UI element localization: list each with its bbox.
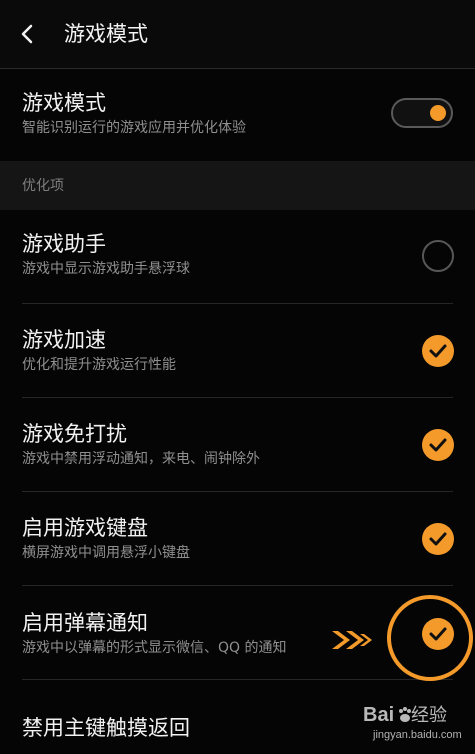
- option-title: 禁用主键触摸返回: [22, 716, 190, 740]
- option-title: 游戏免打扰: [22, 422, 127, 446]
- optimization-section-header: 优化项: [0, 161, 475, 210]
- app-header: 游戏模式: [0, 0, 475, 69]
- option-title: 启用弹幕通知: [22, 611, 148, 635]
- option-game-assistant[interactable]: 游戏助手 游戏中显示游戏助手悬浮球: [0, 210, 475, 304]
- watermark-url: jingyan.baidu.com: [373, 729, 462, 741]
- checkmark-icon: [429, 532, 447, 546]
- option-game-acceleration[interactable]: 游戏加速 优化和提升游戏运行性能: [0, 304, 475, 398]
- game-mode-title: 游戏模式: [22, 91, 106, 115]
- option-subtitle: 优化和提升游戏运行性能: [22, 357, 176, 373]
- option-subtitle: 游戏中显示游戏助手悬浮球: [22, 261, 190, 277]
- page-title: 游戏模式: [64, 22, 148, 46]
- section-label: 优化项: [22, 178, 64, 194]
- game-mode-toggle[interactable]: [391, 98, 453, 128]
- option-subtitle: 游戏中以弹幕的形式显示微信、QQ 的通知: [22, 640, 287, 656]
- do-not-disturb-checkbox[interactable]: [422, 429, 454, 461]
- option-subtitle: 游戏中禁用浮动通知，来电、闹钟除外: [22, 451, 260, 467]
- game-acceleration-checkbox[interactable]: [422, 335, 454, 367]
- game-mode-subtitle: 智能识别运行的游戏应用并优化体验: [22, 120, 246, 136]
- option-subtitle: 横屏游戏中调用悬浮小键盘: [22, 545, 190, 561]
- back-arrow-icon[interactable]: [16, 22, 40, 46]
- game-keyboard-checkbox[interactable]: [422, 523, 454, 555]
- toggle-knob: [430, 105, 446, 121]
- watermark-site-text: 经验: [411, 705, 447, 726]
- game-assistant-checkbox[interactable]: [422, 240, 454, 272]
- annotation-arrow-icon: [332, 631, 372, 649]
- option-title: 启用游戏键盘: [22, 516, 148, 540]
- option-game-keyboard[interactable]: 启用游戏键盘 横屏游戏中调用悬浮小键盘: [0, 492, 475, 586]
- option-title: 游戏加速: [22, 328, 106, 352]
- annotation-highlight-circle: [387, 595, 473, 681]
- option-title: 游戏助手: [22, 232, 106, 256]
- checkmark-icon: [429, 438, 447, 452]
- watermark-logo: Bai: [363, 704, 395, 726]
- baidu-jingyan-watermark: Bai 经验 jingyan.baidu.com: [363, 703, 467, 745]
- checkmark-icon: [429, 344, 447, 358]
- option-do-not-disturb[interactable]: 游戏免打扰 游戏中禁用浮动通知，来电、闹钟除外: [0, 398, 475, 492]
